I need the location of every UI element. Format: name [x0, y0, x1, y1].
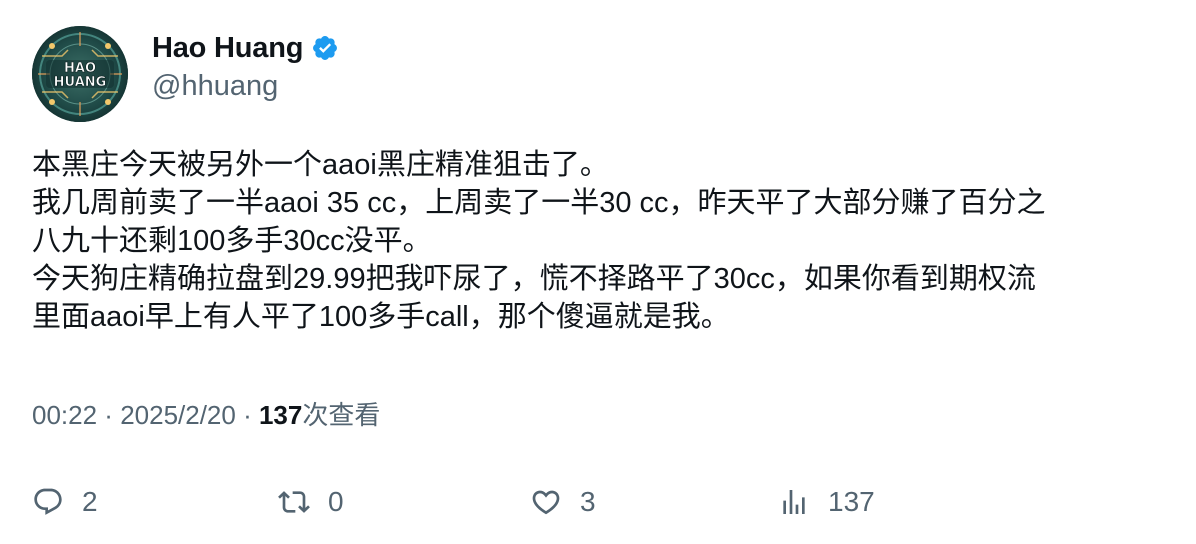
tweet-line: 里面aaoi早上有人平了100多手call，那个傻逼就是我。: [32, 301, 730, 333]
like-count: 3: [580, 486, 596, 517]
like-icon: [530, 486, 562, 518]
reply-count: 2: [82, 486, 98, 517]
avatar-image: HAO HUANG: [32, 26, 128, 122]
retweet-button[interactable]: 0: [278, 480, 344, 524]
tweet-date[interactable]: 2025/2/20: [120, 400, 236, 430]
author-name-row: Hao Huang: [152, 30, 339, 66]
tweet-line: 本黑庄今天被另外一个aaoi黑庄精准狙击了。: [32, 149, 609, 181]
tweet-line: 我几周前卖了一半aaoi 35 cc，上周卖了一半30 cc，昨天平了大部分赚了…: [32, 187, 1046, 219]
retweet-icon: [278, 486, 310, 518]
retweet-count: 0: [328, 486, 344, 517]
reply-icon: [32, 486, 64, 518]
views-label: 次查看: [302, 400, 381, 430]
meta-separator: ·: [235, 400, 259, 430]
views-count: 137: [258, 400, 303, 430]
verified-badge-icon: [311, 34, 339, 62]
tweet-meta: 00:22 · 2025/2/20 · 137次查看: [32, 398, 380, 432]
views-icon: [778, 486, 810, 518]
avatar-text-line2: HUANG: [54, 75, 107, 90]
tweet-line: 八九十还剩100多手30cc没平。: [32, 225, 432, 257]
like-button[interactable]: 3: [530, 480, 596, 524]
action-bar: 2 0 3 137: [0, 480, 1196, 524]
tweet-line: 今天狗庄精确拉盘到29.99把我吓尿了，慌不择路平了30cc，如果你看到期权流: [32, 263, 1036, 295]
tweet-time[interactable]: 00:22: [32, 400, 97, 430]
views-action-count: 137: [828, 486, 875, 517]
avatar[interactable]: HAO HUANG: [32, 26, 128, 122]
reply-button[interactable]: 2: [32, 480, 98, 524]
views-button[interactable]: 137: [778, 480, 875, 524]
meta-separator: ·: [97, 400, 121, 430]
author-handle[interactable]: @hhuang: [152, 70, 278, 103]
tweet-text: 本黑庄今天被另外一个aaoi黑庄精准狙击了。 我几周前卖了一半aaoi 35 c…: [32, 146, 1172, 336]
display-name[interactable]: Hao Huang: [152, 32, 303, 65]
avatar-text-line1: HAO: [64, 61, 96, 76]
